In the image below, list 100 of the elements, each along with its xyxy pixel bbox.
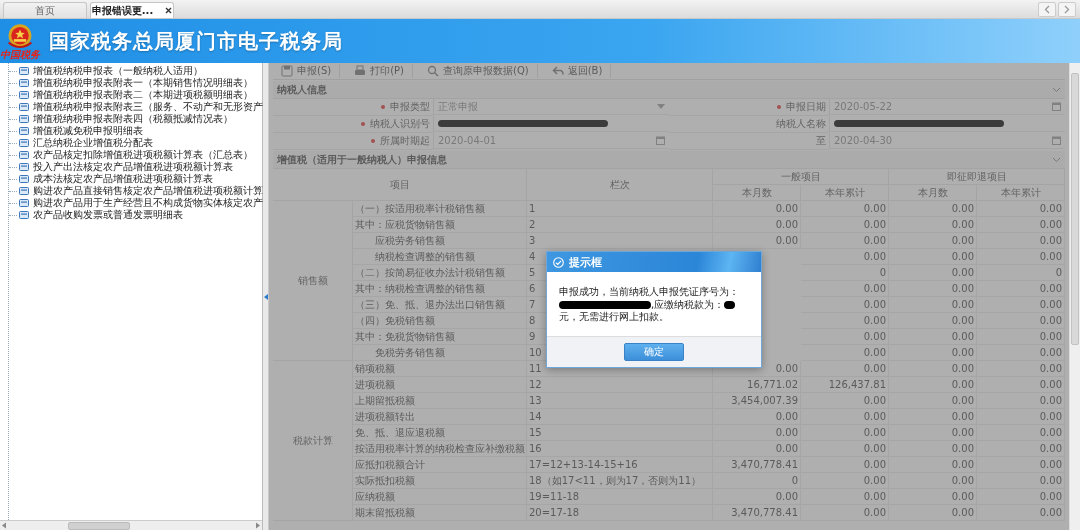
calendar-icon[interactable] [1052, 102, 1061, 111]
tree-item[interactable]: 增值税纳税申报表（一般纳税人适用） [9, 65, 262, 77]
table-cell: 16,771.02 [713, 377, 801, 393]
arrow-right-icon[interactable] [254, 522, 262, 529]
tree-item[interactable]: 投入产出法核定农产品增值税进项税额计算表 [9, 161, 262, 173]
table-cell: 0.00 [801, 473, 889, 489]
table-cell: 0.00 [801, 329, 889, 345]
table-cell: 0.00 [801, 393, 889, 409]
tree-item[interactable]: 农产品收购发票或普通发票明细表 [9, 209, 262, 221]
table-cell: 0.00 [977, 457, 1065, 473]
table-cell: 0.00 [713, 409, 801, 425]
input-field[interactable] [433, 116, 669, 132]
table-cell: 0.00 [801, 217, 889, 233]
table-cell: 0.00 [801, 409, 889, 425]
table-cell: 0.00 [801, 233, 889, 249]
table-cell: 126,437.81 [801, 377, 889, 393]
table-cell: 0.00 [889, 265, 977, 281]
table-cell: 0.00 [977, 393, 1065, 409]
table-cell: 0.00 [977, 313, 1065, 329]
logo-caption: 中国税务 [0, 50, 40, 59]
table-cell: 17=12+13-14-15+16 [527, 457, 713, 473]
document-icon [19, 151, 29, 159]
table-cell: 0.00 [713, 425, 801, 441]
tree-item[interactable]: 增值税纳税申报表附表一（本期销售情况明细表） [9, 77, 262, 89]
column-header: 栏次 [527, 169, 713, 201]
table-cell: 1 [527, 201, 713, 217]
table-cell: 0.00 [977, 297, 1065, 313]
calendar-icon[interactable] [656, 136, 665, 145]
table-cell: 3,470,778.41 [713, 505, 801, 521]
field-label: 申报类型 [390, 100, 430, 114]
tree-item[interactable]: 成本法核定农产品增值税进项税额计算表 [9, 173, 262, 185]
tree-item[interactable]: 农产品核定扣除增值税进项税额计算表（汇总表） [9, 149, 262, 161]
tree-item[interactable]: 购进农产品直接销售核定农产品增值税进项税额计算 [9, 185, 262, 197]
table-cell: 18（如17<11，则为17，否则为11） [527, 473, 713, 489]
dropdown-icon[interactable] [657, 104, 665, 109]
table-cell: 进项税额转出 [353, 409, 527, 425]
section-title: 纳税人信息 [277, 82, 327, 97]
table-cell: 0.00 [801, 425, 889, 441]
arrow-left-icon[interactable] [0, 522, 8, 529]
table-cell: （三）免、抵、退办法出口销售额 [353, 297, 527, 313]
table-cell: 0.00 [889, 505, 977, 521]
table-cell: 0.00 [713, 217, 801, 233]
tree-item[interactable]: 增值税纳税申报表附表四（税额抵减情况表） [9, 113, 262, 125]
toolbar-icon [427, 65, 439, 77]
table-cell: 0.00 [713, 233, 801, 249]
field-label: 申报日期 [786, 100, 826, 114]
calendar-icon[interactable] [1052, 136, 1061, 145]
tree-item[interactable]: 购进农产品用于生产经营且不构成货物实体核定农产 [9, 197, 262, 209]
table-cell: 0.00 [889, 361, 977, 377]
table-cell: 0.00 [889, 249, 977, 265]
tree-item[interactable]: 增值税纳税申报表附表二（本期进项税额明细表） [9, 89, 262, 101]
column-header: 本年累计 [801, 185, 889, 201]
column-header: 本年累计 [977, 185, 1065, 201]
tree-item[interactable]: 汇总纳税企业增值税分配表 [9, 137, 262, 149]
table-cell: 应抵扣税额合计 [353, 457, 527, 473]
table-cell: 0.00 [977, 489, 1065, 505]
table-cell: 0.00 [977, 409, 1065, 425]
table-cell: 0.00 [889, 233, 977, 249]
check-circle-icon [553, 256, 564, 268]
table-cell: 0.00 [977, 505, 1065, 521]
table-cell: 19=11-18 [527, 489, 713, 505]
table-cell: 3,470,778.41 [713, 457, 801, 473]
document-icon [19, 127, 29, 135]
table-cell: 0.00 [977, 233, 1065, 249]
toolbar-icon [551, 65, 564, 77]
row-group-label: 销售额 [297, 273, 328, 288]
required-mark [777, 105, 781, 109]
table-cell: （四）免税销售额 [353, 313, 527, 329]
chevron-down-icon[interactable] [1052, 156, 1061, 163]
table-cell: 0.00 [713, 489, 801, 505]
scroll-right-button[interactable] [1058, 1, 1076, 17]
table-cell: 期末留抵税额 [353, 505, 527, 521]
page-tab[interactable]: 首页 [3, 2, 87, 18]
document-icon [19, 199, 29, 207]
table-cell: 0.00 [977, 345, 1065, 361]
required-mark [381, 105, 385, 109]
horizontal-scrollbar[interactable] [0, 520, 262, 530]
table-cell: 3 [527, 233, 713, 249]
chevron-down-icon[interactable] [1052, 86, 1061, 93]
table-cell: 0.00 [801, 457, 889, 473]
input-field[interactable] [829, 116, 1065, 132]
table-cell: 0.00 [977, 249, 1065, 265]
row-group-label: 税款计算 [292, 433, 333, 448]
required-mark [371, 139, 375, 143]
table-cell: 免、抵、退应退税额 [353, 425, 527, 441]
table-cell: 0.00 [801, 297, 889, 313]
page-tab[interactable]: 申报错误更... [90, 2, 174, 18]
toolbar-icon [354, 65, 367, 77]
table-cell: 0.00 [889, 329, 977, 345]
vertical-scrollbar[interactable] [1069, 63, 1080, 530]
tree-item[interactable]: 增值税减免税申报明细表 [9, 125, 262, 137]
table-cell: 0 [977, 265, 1065, 281]
close-icon[interactable] [165, 7, 173, 14]
document-icon [19, 79, 29, 87]
table-cell: 应纳税额 [353, 489, 527, 505]
tree-item[interactable]: 增值税纳税申报表附表三（服务、不动产和无形资产 [9, 101, 262, 113]
table-cell: 进项税额 [353, 377, 527, 393]
required-mark [361, 122, 365, 126]
scroll-left-button[interactable] [1038, 1, 1056, 17]
table-cell: 其中：应税货物销售额 [353, 217, 527, 233]
